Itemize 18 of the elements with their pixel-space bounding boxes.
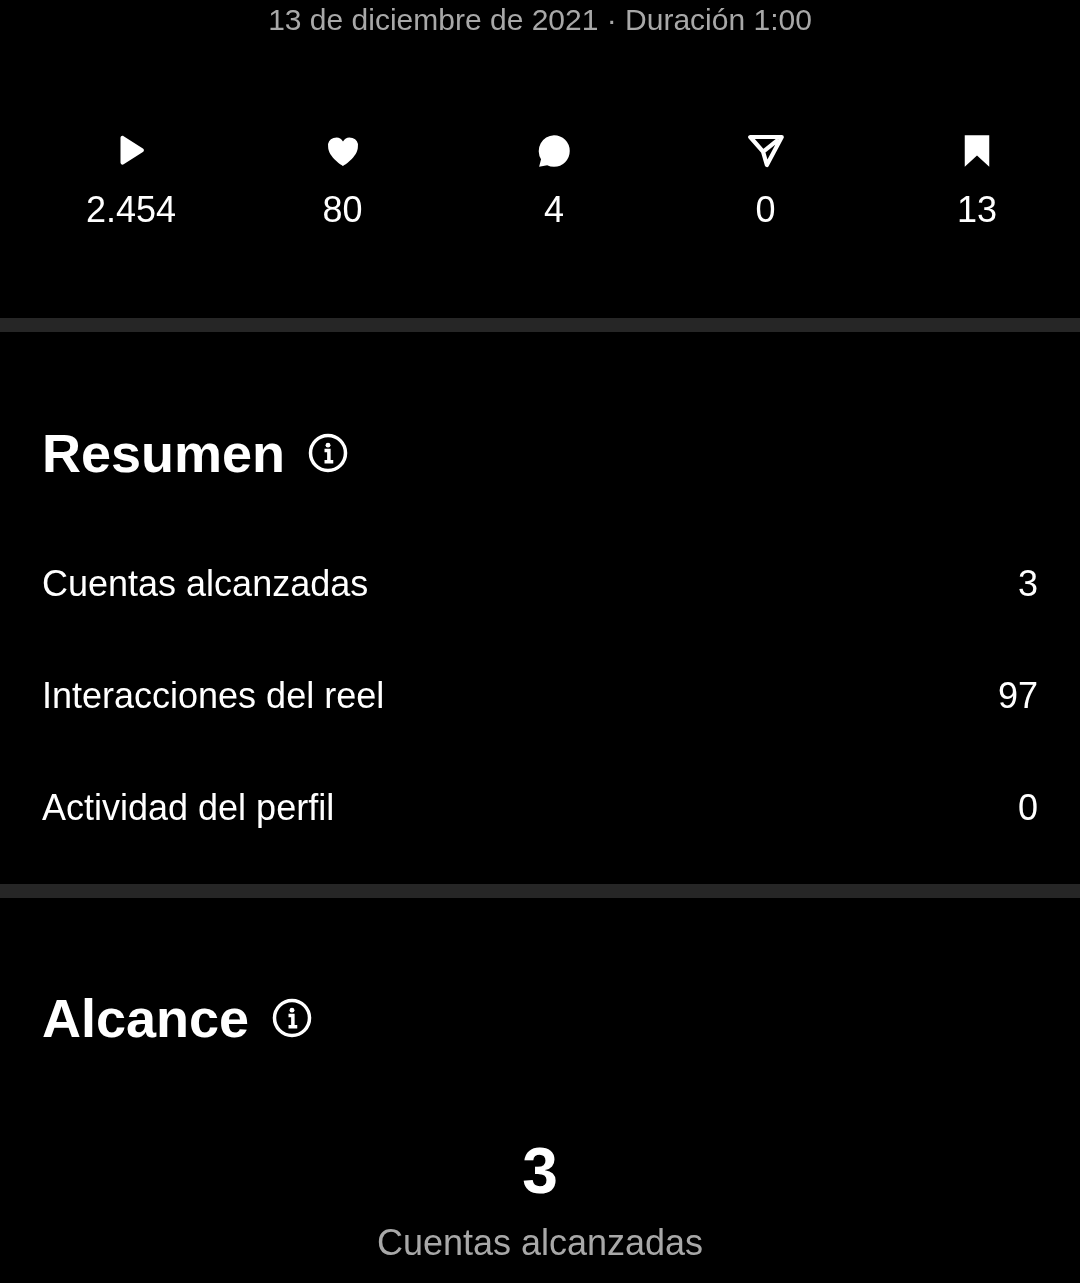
metric-value: 97 — [997, 674, 1038, 718]
metric-value: 3 — [1017, 562, 1038, 606]
stat-count: 0 — [755, 188, 776, 232]
info-icon[interactable] — [271, 997, 314, 1039]
stat-count: 2.454 — [85, 188, 177, 232]
metric-label: Actividad del perfil — [42, 786, 335, 830]
stat-count: 80 — [322, 188, 363, 232]
reach-count: 3 — [522, 1135, 558, 1207]
stat-count: 4 — [544, 188, 564, 232]
section-title: Resumen — [42, 422, 286, 485]
info-icon[interactable] — [307, 432, 350, 474]
metric-label: Cuentas alcanzadas — [42, 562, 369, 606]
reach-caption: Cuentas alcanzadas — [376, 1221, 704, 1265]
section-title: Alcance — [42, 987, 250, 1050]
date-duration-text: 13 de diciembre de 2021 · Duración 1:00 — [268, 2, 812, 38]
metric-label: Interacciones del reel — [42, 674, 385, 718]
metric-value: 0 — [1017, 786, 1038, 830]
stat-count: 13 — [956, 188, 997, 232]
